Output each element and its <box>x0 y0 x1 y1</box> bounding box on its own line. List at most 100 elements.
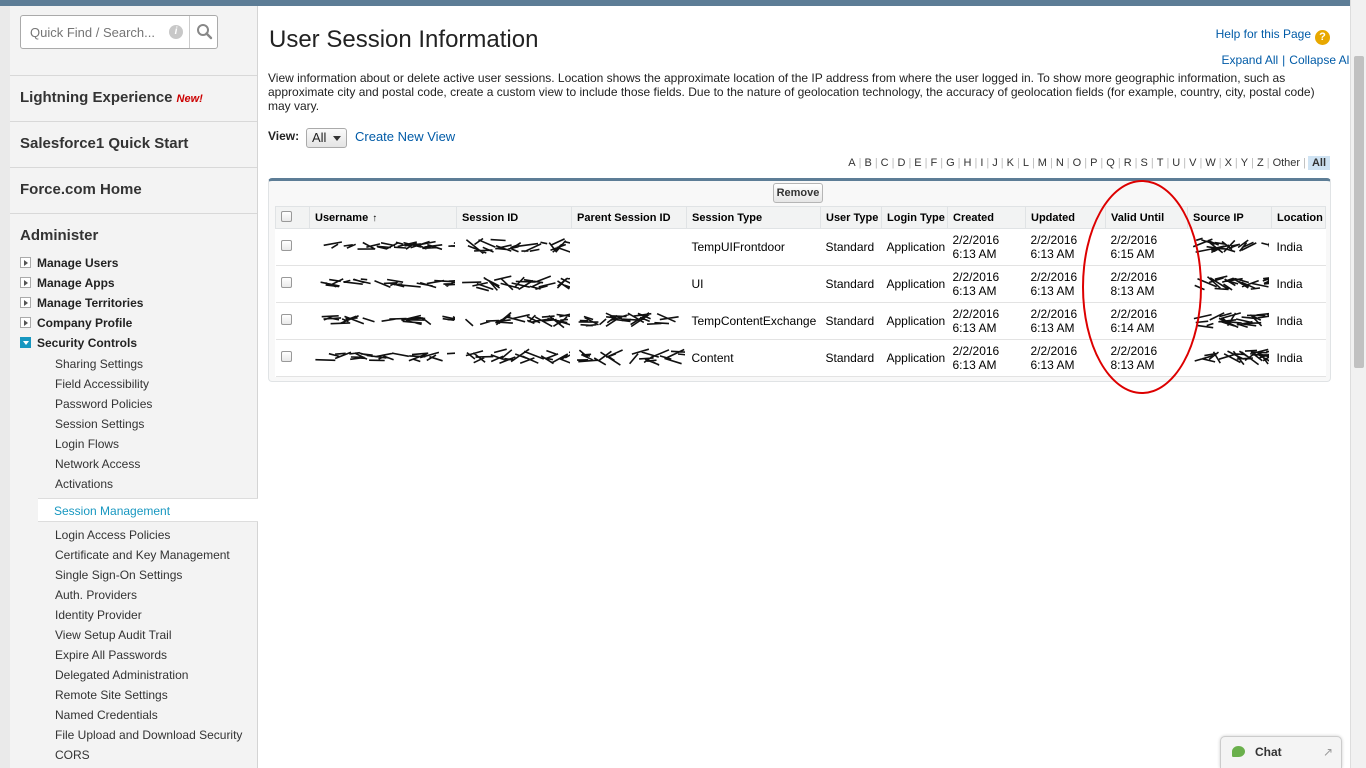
alpha-filter-a[interactable]: A <box>847 157 856 169</box>
help-link[interactable]: Help for this Page? <box>1216 27 1330 45</box>
alpha-filter-f[interactable]: F <box>930 157 939 169</box>
username-cell[interactable] <box>309 302 457 340</box>
sidebar-item-file-upload-and-download-security[interactable]: File Upload and Download Security <box>55 725 242 745</box>
row-checkbox[interactable] <box>280 240 292 251</box>
username-cell[interactable] <box>309 228 457 266</box>
created-cell: 2/2/2016 6:13 AM <box>947 302 1026 340</box>
sidebar-item-view-setup-audit-trail[interactable]: View Setup Audit Trail <box>55 625 172 645</box>
alpha-filter-d[interactable]: D <box>896 157 906 169</box>
alpha-filter-t[interactable]: T <box>1156 157 1165 169</box>
column-header-valid-until[interactable]: Valid Until <box>1105 206 1188 229</box>
alpha-filter-u[interactable]: U <box>1171 157 1181 169</box>
alpha-filter-s[interactable]: S <box>1140 157 1149 169</box>
column-header-session-id[interactable]: Session ID <box>456 206 572 229</box>
expand-toggle-icon[interactable] <box>20 297 31 308</box>
row-select-cell <box>275 302 310 340</box>
section-force-com-home[interactable]: Force.com Home <box>10 167 257 213</box>
sidebar-item-sharing-settings[interactable]: Sharing Settings <box>55 354 143 374</box>
page-scrollbar[interactable] <box>1350 0 1366 768</box>
collapse-toggle-icon[interactable] <box>20 337 31 348</box>
username-cell[interactable] <box>309 339 457 377</box>
alpha-filter-o[interactable]: O <box>1072 157 1083 169</box>
sidebar-item-login-access-policies[interactable]: Login Access Policies <box>55 525 170 545</box>
section-lightning-experience[interactable]: Lightning Experience New! <box>10 75 257 121</box>
expand-toggle-icon[interactable] <box>20 257 31 268</box>
quick-find-box[interactable]: i <box>20 15 218 49</box>
column-header-source-ip[interactable]: Source IP <box>1187 206 1272 229</box>
alpha-filter-k[interactable]: K <box>1006 157 1015 169</box>
sidebar-item-delegated-administration[interactable]: Delegated Administration <box>55 665 188 685</box>
tree-item-security-controls[interactable]: Security Controls <box>20 333 137 353</box>
search-button[interactable] <box>190 16 218 48</box>
collapse-all-link[interactable]: Collapse All <box>1289 53 1352 67</box>
alpha-filter-l[interactable]: L <box>1022 157 1030 169</box>
sidebar-item-field-accessibility[interactable]: Field Accessibility <box>55 374 149 394</box>
column-header-username[interactable]: Username ↑ <box>309 206 457 229</box>
alpha-filter-m[interactable]: M <box>1037 157 1048 169</box>
alpha-filter-v[interactable]: V <box>1188 157 1197 169</box>
tree-item-manage-users[interactable]: Manage Users <box>20 253 118 273</box>
alpha-filter-p[interactable]: P <box>1089 157 1098 169</box>
tree-item-company-profile[interactable]: Company Profile <box>20 313 132 333</box>
user-type-cell: Standard <box>820 265 882 303</box>
sidebar-item-network-access[interactable]: Network Access <box>55 454 140 474</box>
username-cell[interactable] <box>309 265 457 303</box>
info-icon[interactable]: i <box>169 25 183 39</box>
row-checkbox[interactable] <box>280 277 292 288</box>
alpha-filter-q[interactable]: Q <box>1105 157 1116 169</box>
alpha-filter-n[interactable]: N <box>1055 157 1065 169</box>
alpha-filter-z[interactable]: Z <box>1256 157 1265 169</box>
create-new-view-link[interactable]: Create New View <box>355 129 455 144</box>
alpha-filter-w[interactable]: W <box>1204 157 1216 169</box>
row-checkbox[interactable] <box>280 314 292 325</box>
quick-find-input[interactable] <box>21 16 171 48</box>
sidebar-item-login-flows[interactable]: Login Flows <box>55 434 119 454</box>
alpha-filter-other[interactable]: Other <box>1272 157 1302 169</box>
sidebar-item-password-policies[interactable]: Password Policies <box>55 394 152 414</box>
column-header-session-type[interactable]: Session Type <box>686 206 821 229</box>
sidebar-item-certificate-and-key-management[interactable]: Certificate and Key Management <box>55 545 230 565</box>
popout-arrow-icon[interactable]: ↗ <box>1323 745 1333 759</box>
column-header-login-type[interactable]: Login Type <box>881 206 948 229</box>
alpha-filter-h[interactable]: H <box>963 157 973 169</box>
expand-all-link[interactable]: Expand All <box>1221 53 1278 67</box>
sidebar-item-expire-all-passwords[interactable]: Expire All Passwords <box>55 645 167 665</box>
column-header-updated[interactable]: Updated <box>1025 206 1106 229</box>
column-header-user-type[interactable]: User Type <box>820 206 882 229</box>
alpha-filter-r[interactable]: R <box>1123 157 1133 169</box>
sidebar-item-cors[interactable]: CORS <box>55 745 90 765</box>
expand-toggle-icon[interactable] <box>20 277 31 288</box>
sidebar-item-activations[interactable]: Activations <box>55 474 113 494</box>
help-question-icon[interactable]: ? <box>1315 30 1330 45</box>
scrollbar-thumb[interactable] <box>1354 56 1364 368</box>
sidebar-item-session-management[interactable]: Session Management <box>38 498 258 522</box>
expand-toggle-icon[interactable] <box>20 317 31 328</box>
alpha-filter-all[interactable]: All <box>1307 156 1330 170</box>
alpha-filter-j[interactable]: J <box>991 157 999 169</box>
session-list-panel: Remove Username ↑ Session ID Parent Sessi… <box>268 178 1331 382</box>
tree-item-manage-apps[interactable]: Manage Apps <box>20 273 115 293</box>
chat-widget[interactable]: Chat ↗ <box>1220 736 1342 768</box>
sidebar-item-identity-provider[interactable]: Identity Provider <box>55 605 142 625</box>
row-checkbox[interactable] <box>280 351 292 362</box>
alpha-filter-b[interactable]: B <box>863 157 872 169</box>
section-salesforce1-quick-start[interactable]: Salesforce1 Quick Start <box>10 121 257 167</box>
column-header-parent-session-id[interactable]: Parent Session ID <box>571 206 687 229</box>
separator: | <box>1282 53 1286 67</box>
sidebar-item-session-settings[interactable]: Session Settings <box>55 414 144 434</box>
alpha-filter-y[interactable]: Y <box>1240 157 1249 169</box>
sidebar-item-named-credentials[interactable]: Named Credentials <box>55 705 158 725</box>
column-header-created[interactable]: Created <box>947 206 1026 229</box>
remove-button[interactable]: Remove <box>773 183 823 203</box>
sidebar-item-remote-site-settings[interactable]: Remote Site Settings <box>55 685 168 705</box>
alpha-filter-e[interactable]: E <box>913 157 922 169</box>
alpha-filter-c[interactable]: C <box>880 157 890 169</box>
tree-item-manage-territories[interactable]: Manage Territories <box>20 293 143 313</box>
sidebar-item-single-sign-on-settings[interactable]: Single Sign-On Settings <box>55 565 182 585</box>
sidebar-item-auth-providers[interactable]: Auth. Providers <box>55 585 137 605</box>
alpha-filter-g[interactable]: G <box>945 157 956 169</box>
select-all-checkbox[interactable] <box>281 210 292 222</box>
column-header-location[interactable]: Location <box>1271 206 1326 229</box>
alpha-filter-x[interactable]: X <box>1224 157 1233 169</box>
view-dropdown[interactable]: All <box>306 128 347 148</box>
